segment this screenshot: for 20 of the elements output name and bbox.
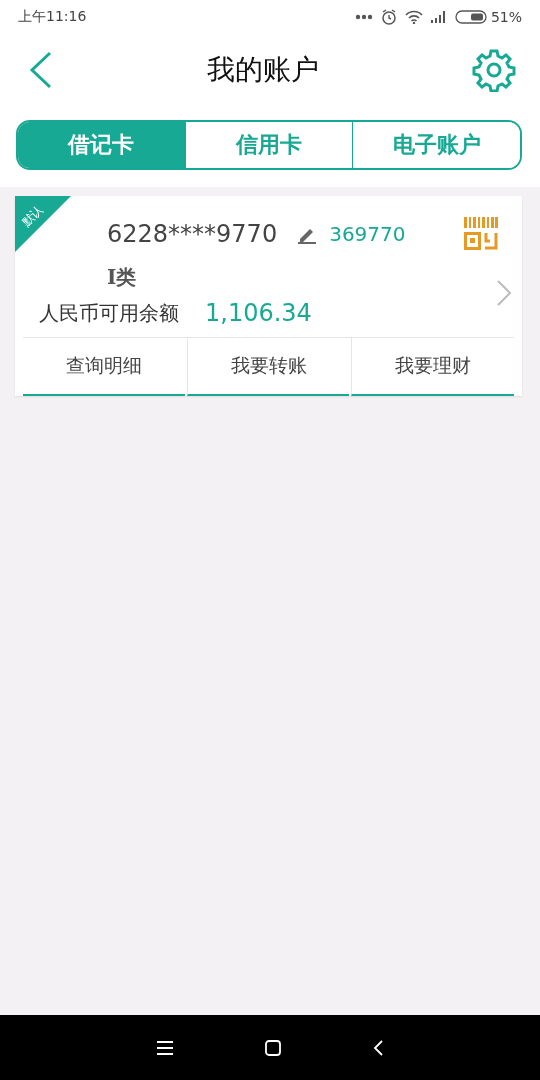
card-number: 6228****9770 [107,220,278,248]
alarm-icon [380,9,397,25]
action-button[interactable]: 我要转账 [186,338,350,396]
more-icon [354,14,373,20]
home-icon[interactable] [265,1039,281,1056]
action-button[interactable]: 我要理财 [351,338,514,396]
wifi-icon [404,10,423,24]
battery-icon [454,10,487,24]
menu-icon[interactable] [157,1040,173,1055]
back-icon[interactable] [373,1039,383,1056]
signal-icon [430,11,447,23]
balance-amount: 1,106.34 [205,299,312,327]
balance-label: 人民币可用余额 [39,299,179,327]
settings-icon[interactable] [472,48,516,92]
page-title: 我的账户 [207,52,319,88]
status-time: 上午11:16 [18,8,87,26]
battery-percent: 51% [490,9,522,25]
card-class: Ⅰ类 [106,264,138,291]
default-label: 默认 [18,202,48,231]
card-alias: 369770 [329,222,406,246]
